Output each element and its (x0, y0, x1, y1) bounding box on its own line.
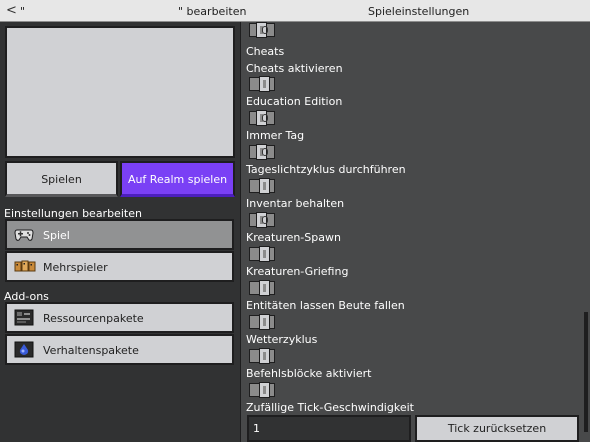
settings-panel: Cheats Cheats aktivieren Education Editi… (240, 22, 590, 442)
education-edition-toggle[interactable] (249, 110, 275, 126)
setting-label: Wetterzyklus (246, 333, 318, 346)
setting-label: Cheats aktivieren (246, 62, 343, 75)
keep-inventory-toggle[interactable] (249, 212, 275, 228)
mob-spawning-toggle[interactable] (249, 246, 275, 262)
setting-label: Immer Tag (246, 129, 305, 142)
sidebar-item-multiplayer[interactable]: Mehrspieler (5, 251, 234, 282)
setting-label: Tageslichtzyklus durchführen (246, 163, 406, 176)
left-panel: Spielen Auf Realm spielen Einstellungen … (0, 22, 240, 442)
sidebar-item-behavior-packs[interactable]: Verhaltenspakete (5, 334, 234, 365)
entities-drop-loot-toggle[interactable] (249, 314, 275, 330)
sidebar-item-label: Verhaltenspakete (43, 344, 139, 357)
setting-label: Entitäten lassen Beute fallen (246, 299, 405, 312)
setting-label: Kreaturen-Spawn (246, 231, 341, 244)
always-day-toggle[interactable] (249, 144, 275, 160)
multiplayer-icon (14, 258, 36, 275)
sidebar-item-label: Mehrspieler (43, 261, 108, 274)
edit-world-title: " bearbeiten (178, 5, 247, 18)
mob-griefing-toggle[interactable] (249, 280, 275, 296)
gamepad-icon (14, 226, 34, 243)
back-icon[interactable]: < (6, 3, 17, 18)
play-button[interactable]: Spielen (5, 161, 118, 197)
sidebar-item-label: Ressourcenpakete (43, 312, 144, 325)
cheats-heading: Cheats (246, 45, 285, 58)
reset-tick-button[interactable]: Tick zurücksetzen (415, 415, 579, 442)
sidebar-item-game[interactable]: Spiel (5, 219, 234, 250)
page-title: Spieleinstellungen (368, 5, 470, 18)
command-blocks-toggle[interactable] (249, 382, 275, 398)
behavior-pack-icon (14, 341, 34, 358)
resource-pack-icon (14, 309, 34, 326)
play-on-realm-button[interactable]: Auf Realm spielen (120, 161, 235, 197)
setting-label: Education Edition (246, 95, 343, 108)
setting-label: Befehlsblöcke aktiviert (246, 367, 372, 380)
cheats-toggle[interactable] (249, 76, 275, 92)
sidebar-item-label: Spiel (43, 229, 70, 242)
world-preview-image (5, 26, 235, 158)
title-bar: < " " bearbeiten Spieleinstellungen (0, 0, 590, 22)
setting-label: Zufällige Tick-Geschwindigkeit (246, 401, 414, 414)
world-name-open-quote: " (20, 5, 26, 18)
sidebar-item-resource-packs[interactable]: Ressourcenpakete (5, 302, 234, 333)
daylight-cycle-toggle[interactable] (249, 178, 275, 194)
scrollbar[interactable] (584, 312, 588, 432)
weather-cycle-toggle[interactable] (249, 348, 275, 364)
tick-speed-input[interactable] (247, 415, 411, 442)
setting-label: Inventar behalten (246, 197, 345, 210)
setting-toggle[interactable] (249, 22, 275, 38)
setting-label: Kreaturen-Griefing (246, 265, 349, 278)
